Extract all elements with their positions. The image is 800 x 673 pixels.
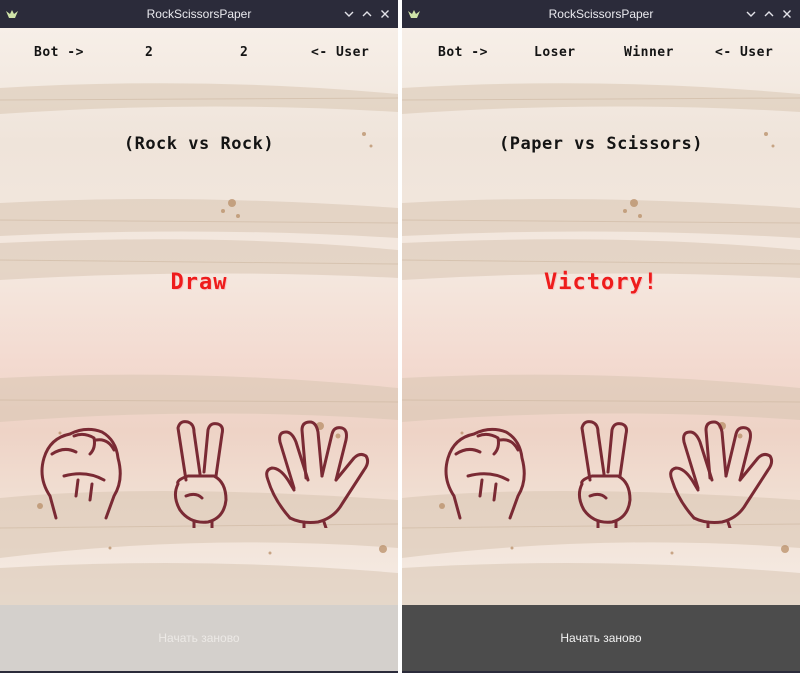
user-label: <- User [311,45,370,60]
bot-score: 2 [145,45,154,60]
minimize-icon[interactable] [340,5,358,23]
game-area: Bot -> Loser Winner <- User (Paper vs Sc… [402,28,800,605]
open-palm-icon[interactable] [260,418,376,528]
matchup-text: (Rock vs Rock) [123,134,275,154]
user-label: <- User [715,45,774,60]
open-palm-icon[interactable] [664,418,780,528]
close-icon[interactable] [778,5,796,23]
user-score: 2 [240,45,249,60]
result-text: Victory! [544,270,658,295]
bot-score: Loser [534,45,576,60]
app-bird-icon [408,10,420,18]
fist-icon[interactable] [34,418,128,528]
result-text: Draw [170,270,228,295]
bot-label: Bot -> [34,45,84,60]
choice-buttons [402,418,800,533]
window-title: RockScissorsPaper [146,7,252,21]
app-window-left: RockScissorsPaper Bot -> 2 2 <- User (Ro… [0,0,398,673]
minimize-icon[interactable] [742,5,760,23]
window-title: RockScissorsPaper [548,7,654,21]
choice-buttons [0,418,398,533]
app-window-right: RockScissorsPaper Bot -> Loser Winner <-… [402,0,800,673]
maximize-icon[interactable] [358,5,376,23]
title-bar[interactable]: RockScissorsPaper [0,0,398,28]
victory-hand-icon[interactable] [568,418,638,528]
restart-button[interactable]: Начать заново [402,605,800,671]
fist-icon[interactable] [438,418,532,528]
bot-label: Bot -> [438,45,488,60]
game-area: Bot -> 2 2 <- User (Rock vs Rock) Draw [0,28,398,605]
close-icon[interactable] [376,5,394,23]
matchup-text: (Paper vs Scissors) [499,134,703,154]
maximize-icon[interactable] [760,5,778,23]
victory-hand-icon[interactable] [164,418,234,528]
app-bird-icon [6,10,18,18]
restart-button[interactable]: Начать заново [0,605,398,671]
title-bar[interactable]: RockScissorsPaper [402,0,800,28]
user-score: Winner [624,45,674,60]
